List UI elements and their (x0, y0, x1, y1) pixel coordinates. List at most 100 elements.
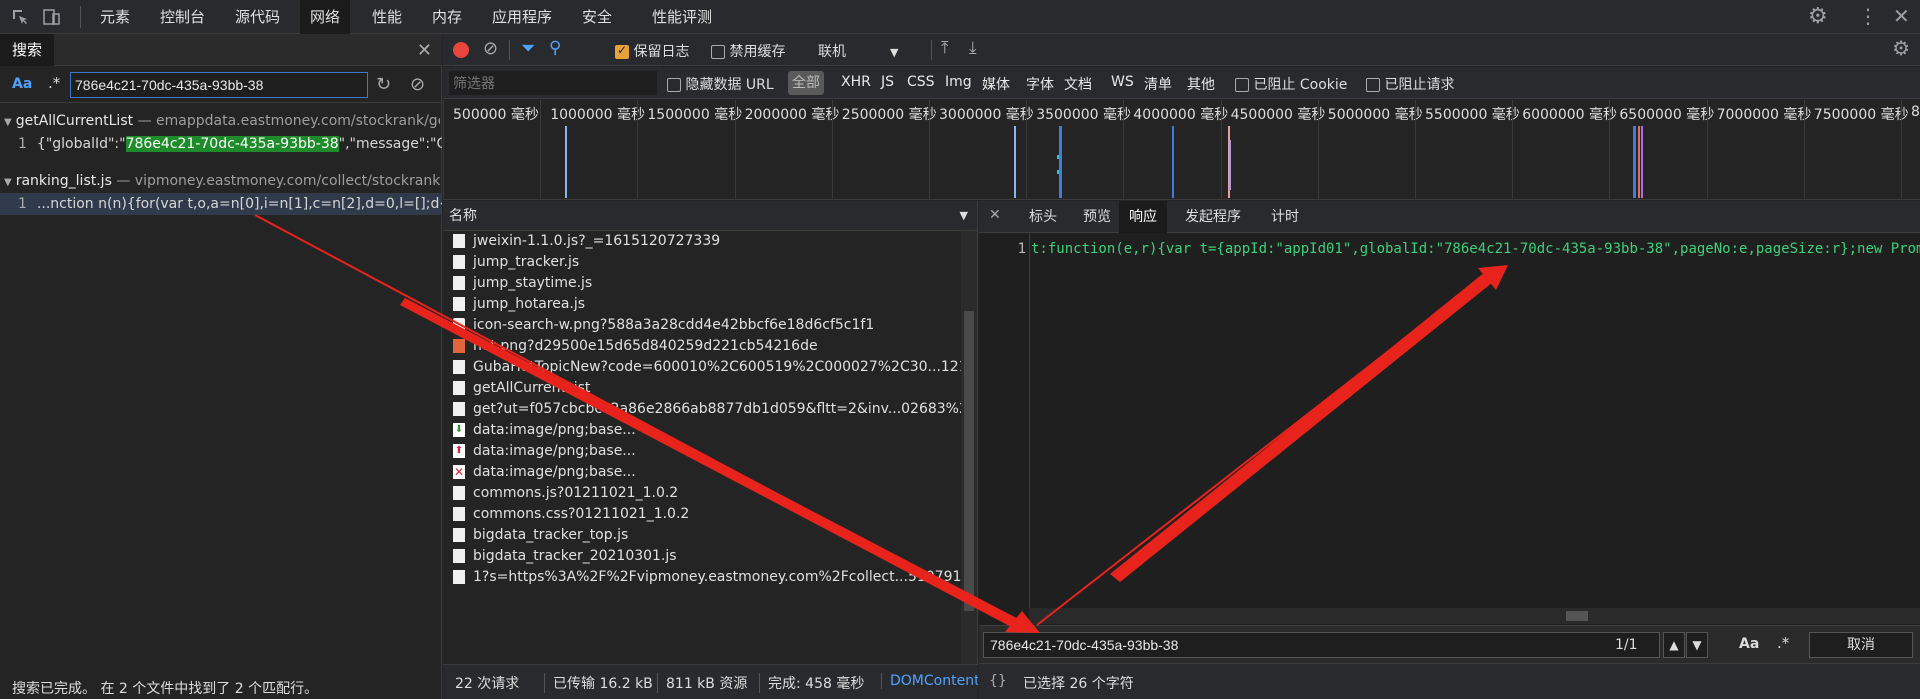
timeline-gridline (1512, 100, 1514, 199)
horizontal-scrollbar[interactable] (1029, 608, 1920, 624)
request-name: get?ut=f057cbcbce2a86e2866ab8877db1d059&… (473, 401, 961, 417)
record-icon[interactable] (453, 42, 469, 58)
tab-timing[interactable]: 计时 (1261, 201, 1309, 233)
sort-chevron-icon[interactable]: ▼ (960, 201, 968, 231)
blocked-requests-toggle[interactable]: 已阻止请求 (1366, 74, 1454, 94)
file-icon (453, 570, 465, 584)
regex-button[interactable]: .* (48, 74, 60, 92)
request-row[interactable]: 1?s=https%3A%2F%2Fvipmoney.eastmoney.com… (443, 564, 961, 590)
result-line-selected[interactable]: 1 ...nction n(n){for(var t,o,a=n[0],i=n[1… (0, 193, 442, 215)
request-list-scrollbar[interactable] (961, 231, 977, 664)
network-settings-gear-icon[interactable]: ⚙ (1892, 36, 1910, 60)
settings-gear-icon[interactable]: ⚙ (1808, 4, 1828, 29)
filter-type-js[interactable]: JS (881, 74, 894, 90)
timeline-bar (1638, 126, 1640, 198)
tab-lighthouse[interactable]: 性能评测 (642, 0, 722, 34)
search-icon[interactable]: ⚲ (549, 38, 561, 58)
timeline-tick-label: 2500000 毫秒 (841, 107, 937, 123)
filter-type-doc[interactable]: 文档 (1064, 74, 1092, 94)
filter-type-media[interactable]: 媒体 (982, 74, 1010, 94)
filter-type-ws[interactable]: WS (1111, 74, 1134, 90)
timeline-gridline (1803, 100, 1805, 199)
filter-type-img[interactable]: Img (945, 74, 972, 90)
request-list-header[interactable]: 名称 ▼ (443, 201, 977, 231)
close-icon[interactable]: ✕ (417, 40, 432, 61)
tab-memory[interactable]: 内存 (422, 0, 472, 34)
blocked-cookies-checkbox[interactable] (1235, 78, 1249, 92)
result-match-highlight: 786e4c21-70dc-435a-93bb-38 (125, 136, 339, 152)
expand-triangle-icon[interactable]: ▼ (4, 177, 12, 188)
close-details-icon[interactable]: ✕ (989, 207, 1001, 223)
blocked-requests-checkbox[interactable] (1366, 78, 1380, 92)
result-file-ranking-list[interactable]: ▼ ranking_list.js — vipmoney.eastmoney.co… (4, 170, 440, 192)
timeline-tick-label: 5500000 毫秒 (1425, 107, 1520, 123)
result-line[interactable]: 1 {"globalId":"786e4c21-70dc-435a-93bb-38… (0, 133, 442, 155)
more-options-icon[interactable]: ⋮ (1858, 4, 1878, 28)
file-icon (453, 486, 465, 500)
filter-type-css[interactable]: CSS (907, 74, 935, 90)
filter-type-other[interactable]: 其他 (1187, 74, 1215, 94)
search-tab[interactable]: 搜索 (0, 34, 55, 66)
timeline-tick-label: 4000000 毫秒 (1133, 107, 1229, 123)
export-har-icon[interactable]: ⤓ (969, 38, 977, 58)
filter-all-button[interactable]: 全部 (788, 71, 824, 95)
scrollbar-thumb[interactable] (1566, 611, 1588, 621)
result-file-getallcurrentlist[interactable]: ▼ getAllCurrentList — emappdata.eastmoney… (4, 110, 440, 132)
tab-performance[interactable]: 性能 (362, 0, 412, 34)
search-row: Aa .* ↻ ⊘ (0, 67, 442, 103)
tab-security[interactable]: 安全 (572, 0, 622, 34)
pretty-print-braces-icon[interactable]: {} (989, 673, 1007, 689)
tab-initiator[interactable]: 发起程序 (1175, 201, 1251, 233)
filter-type-font[interactable]: 字体 (1026, 74, 1054, 94)
scrollbar-thumb[interactable] (964, 311, 974, 611)
timeline-tick-label: 3000000 毫秒 (939, 107, 1034, 123)
find-bar: 1/1 ▲ ▼ Aa .* 取消 (979, 625, 1920, 663)
clear-icon[interactable]: ⊘ (410, 74, 425, 95)
filter-icon[interactable]: ⏷ (521, 38, 535, 59)
device-toolbar-icon[interactable] (42, 7, 62, 27)
divider (80, 6, 81, 28)
tab-preview[interactable]: 预览 (1073, 201, 1121, 233)
find-regex-button[interactable]: .* (1777, 634, 1789, 652)
find-match-case-button[interactable]: Aa (1739, 636, 1759, 652)
filter-type-manifest[interactable]: 清单 (1144, 74, 1172, 94)
filter-input[interactable] (449, 71, 657, 95)
code-line[interactable]: 1 t:function(e,r){var t={appId:"appId01"… (979, 238, 1920, 260)
find-next-button[interactable]: ▼ (1686, 632, 1708, 658)
code-text[interactable]: t:function(e,r){var t={appId:"appId01",g… (1031, 238, 1920, 260)
divider (931, 40, 932, 60)
timeline-tick-label: 6500000 毫秒 (1619, 107, 1715, 123)
tab-application[interactable]: 应用程序 (482, 0, 562, 34)
timeline-gridline (1220, 100, 1222, 199)
search-input[interactable] (70, 72, 368, 98)
find-cancel-button[interactable]: 取消 (1809, 632, 1913, 658)
clear-log-icon[interactable]: ⊘ (483, 38, 498, 59)
tab-headers[interactable]: 标头 (1019, 201, 1067, 233)
find-input[interactable] (983, 632, 1660, 658)
timeline-overview[interactable]: 500000 毫秒 1000000 毫秒 1500000 毫秒 2000000 毫秒 2… (443, 100, 1920, 200)
preserve-log-checkbox[interactable] (615, 43, 629, 59)
hide-data-url-checkbox[interactable] (667, 78, 681, 92)
filter-type-xhr[interactable]: XHR (841, 74, 871, 90)
tab-elements[interactable]: 元素 (90, 0, 140, 34)
match-case-button[interactable]: Aa (12, 76, 32, 92)
find-previous-button[interactable]: ▲ (1663, 632, 1685, 658)
tab-response[interactable]: 响应 (1119, 201, 1167, 233)
refresh-icon[interactable]: ↻ (376, 74, 391, 95)
name-column-header[interactable]: 名称 (449, 208, 477, 224)
close-devtools-icon[interactable]: ✕ (1893, 4, 1910, 28)
request-list: 名称 ▼ jweixin-1.1.0.js?_=1615120727339 jump… (443, 201, 978, 664)
tab-network[interactable]: 网络 (300, 0, 351, 34)
expand-triangle-icon[interactable]: ▼ (4, 117, 12, 128)
disable-cache-checkbox[interactable] (711, 45, 725, 59)
throttle-select[interactable]: 联机 ▼ (818, 41, 898, 61)
import-har-icon[interactable]: ⤒ (941, 38, 949, 58)
tab-console[interactable]: 控制台 (150, 0, 215, 34)
tab-sources[interactable]: 源代码 (225, 0, 290, 34)
preserve-log-toggle[interactable]: 保留日志 (615, 41, 689, 61)
blocked-cookies-toggle[interactable]: 已阻止 Cookie (1235, 74, 1347, 94)
timeline-gridline (1415, 100, 1416, 199)
disable-cache-toggle[interactable]: 禁用缓存 (711, 41, 785, 61)
inspect-element-icon[interactable] (10, 7, 30, 27)
hide-data-url-toggle[interactable]: 隐藏数据 URL (667, 74, 774, 94)
